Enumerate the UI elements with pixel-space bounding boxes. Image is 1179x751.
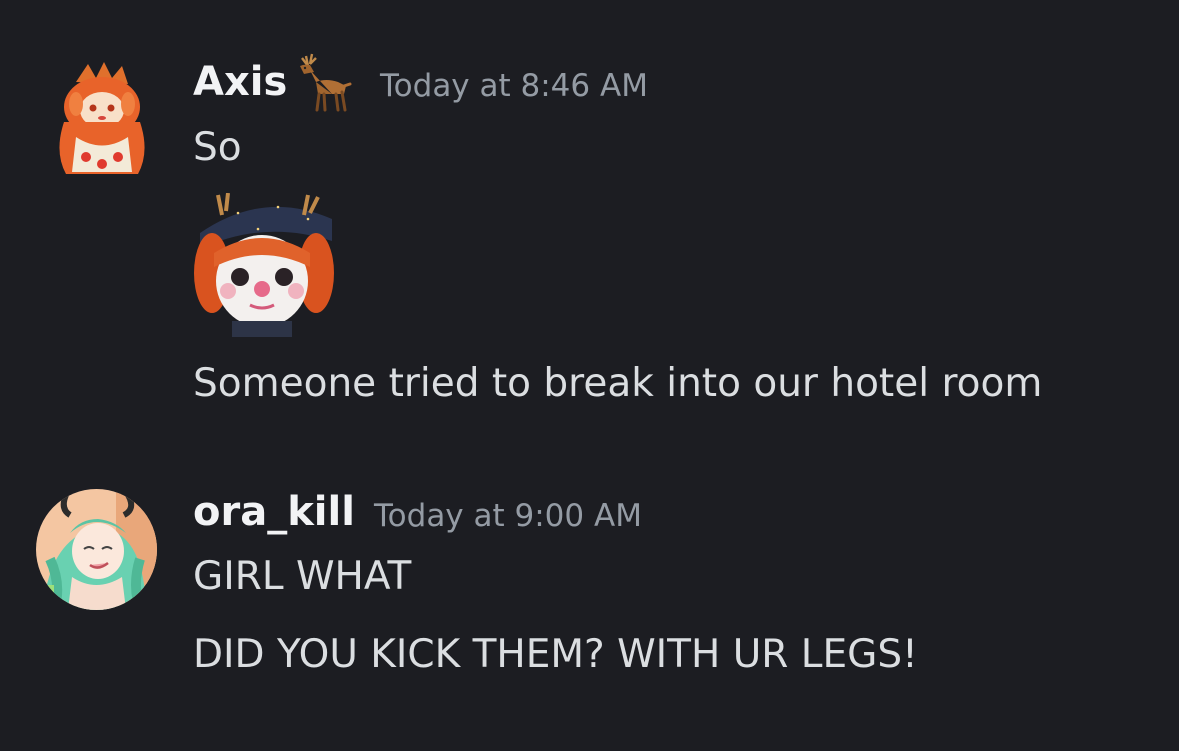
username-ora-kill[interactable]: ora_kill — [193, 488, 355, 536]
ora-kill-avatar-image — [36, 489, 157, 610]
reindeer-emoji-icon — [292, 52, 354, 116]
message-text: Someone tried to break into our hotel ro… — [193, 361, 1043, 406]
message-text: GIRL WHAT — [193, 554, 412, 599]
clown-avatar-sticker[interactable] — [192, 193, 336, 337]
message-text: DID YOU KICK THEM? WITH UR LEGS! — [193, 632, 918, 677]
avatar-axis[interactable] — [46, 62, 158, 184]
avatar-ora-kill[interactable] — [36, 489, 157, 610]
chat-message-list: Axis Today at 8:46 AM So Someone tried t… — [0, 0, 1179, 751]
timestamp-ora-kill[interactable]: Today at 9:00 AM — [374, 496, 642, 536]
axis-avatar-image — [59, 62, 145, 174]
message-text: So — [193, 125, 242, 170]
username-axis[interactable]: Axis — [193, 58, 287, 106]
timestamp-axis[interactable]: Today at 8:46 AM — [380, 66, 648, 106]
